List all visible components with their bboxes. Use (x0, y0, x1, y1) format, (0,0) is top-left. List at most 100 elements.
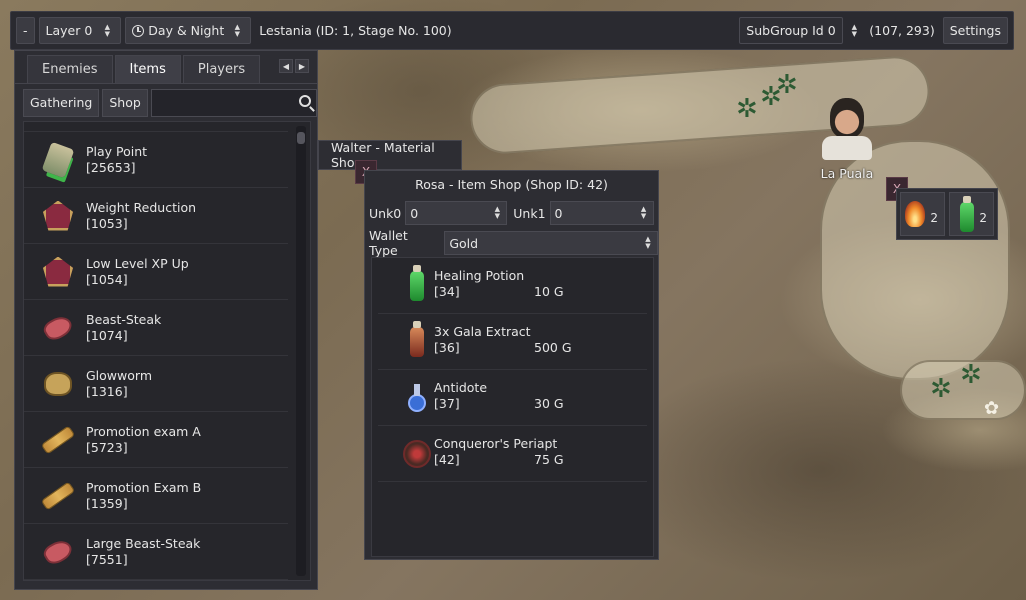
gem-icon (38, 252, 78, 292)
chevron-updown-icon: ▲ ▼ (645, 235, 651, 250)
walter-shop-window-title[interactable]: Walter - Material Shop (318, 140, 462, 170)
item-list: Play Point [25653] Weight Reduction [105… (23, 121, 311, 581)
npc-portrait-body (822, 136, 872, 160)
shop-list-item[interactable]: 3x Gala Extract [36] 500 G (378, 314, 647, 370)
bag-icon (38, 364, 78, 404)
item-id: [1359] (86, 495, 128, 511)
scrollbar-thumb[interactable] (297, 132, 305, 144)
shop-item-name: Conqueror's Periapt (434, 436, 558, 451)
list-item[interactable]: Large Beast-Steak [7551] (24, 524, 288, 580)
green-potion-icon (960, 196, 974, 232)
daynight-selector[interactable]: Day & Night ▲ ▼ (125, 17, 252, 44)
unk1-value: 0 (554, 205, 563, 221)
wallet-select[interactable]: Gold ▲ ▼ (444, 231, 658, 255)
list-item[interactable]: Play Point [25653] (24, 132, 288, 188)
shop-list-item[interactable]: Antidote [37] 30 G (378, 370, 647, 426)
collapse-button[interactable]: - (16, 17, 35, 44)
spinner-icon[interactable]: ▲ ▼ (637, 206, 651, 220)
settings-button[interactable]: Settings (942, 17, 1008, 44)
top-toolbar: - Layer 0 ▲ ▼ Day & Night ▲ ▼ Lestania (ID… (10, 11, 1014, 50)
scroll-icon (38, 420, 78, 460)
wallet-value: Gold (449, 235, 479, 251)
item-id: [1054] (86, 271, 128, 287)
unk0-label: Unk0 (369, 205, 402, 221)
search-icon[interactable] (299, 94, 311, 107)
gathering-point-window: 2 2 (896, 188, 998, 240)
slot-count: 2 (930, 211, 938, 225)
search-input[interactable] (150, 88, 317, 117)
unk1-label: Unk1 (513, 205, 546, 221)
list-item[interactable]: Low Level XP Up [1054] (24, 244, 288, 300)
shop-item-price: 10 G (534, 284, 564, 299)
shop-item-price: 30 G (534, 396, 564, 411)
item-name: Beast-Steak (86, 311, 162, 327)
mini-slot[interactable]: 2 (949, 192, 994, 236)
list-item[interactable]: Promotion Exam B [1359] (24, 468, 288, 524)
tab-scroll-arrows: ◀ ▶ (279, 59, 309, 73)
list-item[interactable]: Glowworm [1316] (24, 356, 288, 412)
daynight-label: Day & Night (148, 23, 225, 38)
meat-icon (38, 308, 78, 348)
shop-window: Rosa - Item Shop (Shop ID: 42) Unk0 0 ▲ ▼… (364, 170, 659, 560)
shop-title: Rosa - Item Shop (Shop ID: 42) (415, 177, 608, 192)
layer-selector[interactable]: Layer 0 ▲ ▼ (38, 17, 122, 44)
list-scrollbar[interactable] (296, 126, 306, 576)
list-item[interactable]: Promotion exam A [5723] (24, 412, 288, 468)
spinner-icon[interactable]: ▲ ▼ (230, 23, 244, 38)
spinner-icon[interactable]: ▲ ▼ (100, 23, 114, 38)
tree-icon: ✲ (736, 94, 758, 124)
subgroup-field[interactable]: SubGroup Id 0 (739, 17, 844, 44)
shop-item-id: [37] (434, 396, 460, 411)
red-potion-icon (400, 320, 434, 362)
gathering-button[interactable]: Gathering (23, 88, 100, 117)
tree-icon: ✲ (776, 70, 798, 100)
item-name: Play Point (86, 143, 148, 159)
subgroup-label: SubGroup Id 0 (746, 23, 836, 38)
list-item[interactable]: Weight Reduction [1053] (24, 188, 288, 244)
unk1-field[interactable]: 0 ▲ ▼ (549, 201, 654, 225)
item-name: Promotion Exam B (86, 479, 202, 495)
tab-items[interactable]: Items (114, 55, 181, 83)
layer-label: Layer 0 (45, 23, 93, 38)
mini-slot[interactable]: 2 (900, 192, 945, 236)
spinner-icon[interactable]: ▲ ▼ (490, 206, 504, 220)
green-potion-icon (400, 264, 434, 306)
tab-enemies[interactable]: Enemies (27, 55, 113, 83)
tab-right-arrow-icon[interactable]: ▶ (295, 59, 309, 73)
subgroup-spinner-icon[interactable]: ▲ ▼ (847, 23, 861, 38)
gem-icon (38, 196, 78, 236)
scroll-icon (38, 476, 78, 516)
clock-icon (132, 24, 145, 37)
shop-item-price: 500 G (534, 340, 572, 355)
shop-item-id: [42] (434, 452, 460, 467)
unk0-field[interactable]: 0 ▲ ▼ (405, 201, 508, 225)
meat-icon (38, 532, 78, 572)
campfire-icon (905, 201, 925, 227)
shop-button[interactable]: Shop (102, 88, 148, 117)
tab-left-arrow-icon[interactable]: ◀ (279, 59, 293, 73)
list-item[interactable]: Beast-Steak [1074] (24, 300, 288, 356)
item-name: Glowworm (86, 367, 152, 383)
shop-item-id: [34] (434, 284, 460, 299)
items-filter-bar: Gathering Shop (15, 83, 317, 121)
tab-players[interactable]: Players (182, 55, 261, 83)
shop-map-marker-icon[interactable]: ✿ (984, 398, 999, 419)
search-panel: Enemies Items Players ◀ ▶ Gathering Shop… (14, 50, 318, 590)
npc-name: La Puala (820, 166, 874, 181)
item-name: Large Beast-Steak (86, 535, 201, 551)
coordinates-text: (107, 293) (869, 23, 935, 38)
shop-list-item[interactable]: Conqueror's Periapt [42] 75 G (378, 426, 647, 482)
item-name: Promotion exam A (86, 423, 201, 439)
shop-item-name: Healing Potion (434, 268, 525, 283)
play-point-icon (38, 140, 78, 180)
item-id: [1316] (86, 383, 128, 399)
item-name: Weight Reduction (86, 199, 197, 215)
wallet-label: Wallet Type (369, 228, 408, 258)
npc-marker[interactable]: La Puala (812, 98, 882, 181)
periapt-icon (400, 434, 434, 474)
shop-item-name: 3x Gala Extract (434, 324, 531, 339)
item-id: [25653] (86, 159, 136, 175)
shop-list-item[interactable]: Healing Potion [34] 10 G (378, 258, 647, 314)
unk0-value: 0 (410, 205, 419, 221)
shop-item-name: Antidote (434, 380, 488, 395)
